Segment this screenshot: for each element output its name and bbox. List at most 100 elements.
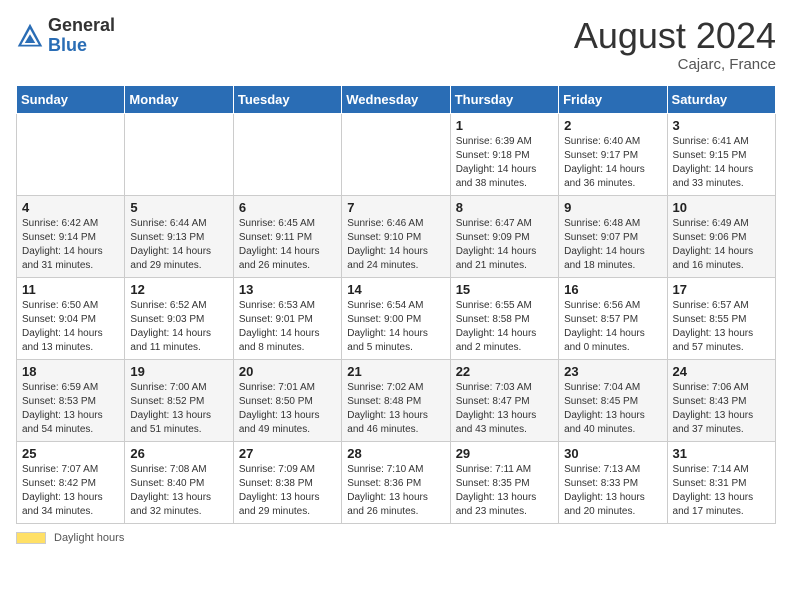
day-number: 3 — [673, 118, 770, 133]
day-number: 26 — [130, 446, 227, 461]
calendar-cell: 4 Sunrise: 6:42 AM Sunset: 9:14 PM Daylig… — [17, 195, 125, 277]
calendar-cell: 25 Sunrise: 7:07 AM Sunset: 8:42 PM Dayli… — [17, 441, 125, 523]
day-info: Sunrise: 6:50 AM Sunset: 9:04 PM Dayligh… — [22, 299, 119, 355]
calendar-table: SundayMondayTuesdayWednesdayThursdayFrid… — [16, 85, 776, 524]
calendar-cell: 22 Sunrise: 7:03 AM Sunset: 8:47 PM Dayli… — [450, 359, 558, 441]
day-of-week-header: Friday — [559, 85, 667, 113]
title-block: August 2024 Cajarc, France — [574, 16, 776, 73]
day-number: 22 — [456, 364, 553, 379]
calendar-cell: 17 Sunrise: 6:57 AM Sunset: 8:55 PM Dayli… — [667, 277, 775, 359]
day-info: Sunrise: 6:47 AM Sunset: 9:09 PM Dayligh… — [456, 217, 553, 273]
calendar-cell: 24Sunrise: 7:06 AM Sunset: 8:43 PM Dayli… — [667, 359, 775, 441]
calendar-cell: 3 Sunrise: 6:41 AM Sunset: 9:15 PM Daylig… — [667, 113, 775, 195]
calendar-cell: 20Sunrise: 7:01 AM Sunset: 8:50 PM Dayli… — [233, 359, 341, 441]
calendar-week-row: 1 Sunrise: 6:39 AM Sunset: 9:18 PM Daylig… — [17, 113, 776, 195]
day-number: 6 — [239, 200, 336, 215]
day-number: 16 — [564, 282, 661, 297]
location-subtitle: Cajarc, France — [574, 56, 776, 73]
day-number: 31 — [673, 446, 770, 461]
day-info: Sunrise: 7:13 AM Sunset: 8:33 PM Dayligh… — [564, 463, 661, 519]
calendar-week-row: 11 Sunrise: 6:50 AM Sunset: 9:04 PM Dayli… — [17, 277, 776, 359]
calendar-cell: 31 Sunrise: 7:14 AM Sunset: 8:31 PM Dayli… — [667, 441, 775, 523]
day-number: 24 — [673, 364, 770, 379]
day-info: Sunrise: 7:02 AM Sunset: 8:48 PM Dayligh… — [347, 381, 444, 437]
day-info: Sunrise: 6:41 AM Sunset: 9:15 PM Dayligh… — [673, 135, 770, 191]
daylight-label: Daylight hours — [54, 532, 124, 544]
day-of-week-header: Thursday — [450, 85, 558, 113]
day-info: Sunrise: 7:03 AM Sunset: 8:47 PM Dayligh… — [456, 381, 553, 437]
calendar-cell: 28 Sunrise: 7:10 AM Sunset: 8:36 PM Dayli… — [342, 441, 450, 523]
calendar-cell: 30 Sunrise: 7:13 AM Sunset: 8:33 PM Dayli… — [559, 441, 667, 523]
calendar-cell: 29 Sunrise: 7:11 AM Sunset: 8:35 PM Dayli… — [450, 441, 558, 523]
day-number: 18 — [22, 364, 119, 379]
day-info: Sunrise: 6:42 AM Sunset: 9:14 PM Dayligh… — [22, 217, 119, 273]
day-info: Sunrise: 6:40 AM Sunset: 9:17 PM Dayligh… — [564, 135, 661, 191]
calendar-cell — [17, 113, 125, 195]
day-number: 14 — [347, 282, 444, 297]
day-number: 29 — [456, 446, 553, 461]
footer-note: Daylight hours — [16, 532, 776, 544]
day-of-week-header: Tuesday — [233, 85, 341, 113]
day-info: Sunrise: 6:48 AM Sunset: 9:07 PM Dayligh… — [564, 217, 661, 273]
day-info: Sunrise: 7:00 AM Sunset: 8:52 PM Dayligh… — [130, 381, 227, 437]
day-number: 20 — [239, 364, 336, 379]
day-info: Sunrise: 6:49 AM Sunset: 9:06 PM Dayligh… — [673, 217, 770, 273]
calendar-cell: 2Sunrise: 6:40 AM Sunset: 9:17 PM Daylig… — [559, 113, 667, 195]
day-info: Sunrise: 7:14 AM Sunset: 8:31 PM Dayligh… — [673, 463, 770, 519]
day-info: Sunrise: 6:39 AM Sunset: 9:18 PM Dayligh… — [456, 135, 553, 191]
calendar-week-row: 25 Sunrise: 7:07 AM Sunset: 8:42 PM Dayli… — [17, 441, 776, 523]
calendar-cell: 15 Sunrise: 6:55 AM Sunset: 8:58 PM Dayli… — [450, 277, 558, 359]
calendar-cell: 16 Sunrise: 6:56 AM Sunset: 8:57 PM Dayli… — [559, 277, 667, 359]
calendar-cell — [342, 113, 450, 195]
day-number: 8 — [456, 200, 553, 215]
day-number: 15 — [456, 282, 553, 297]
day-info: Sunrise: 6:57 AM Sunset: 8:55 PM Dayligh… — [673, 299, 770, 355]
day-info: Sunrise: 6:52 AM Sunset: 9:03 PM Dayligh… — [130, 299, 227, 355]
day-of-week-header: Saturday — [667, 85, 775, 113]
page-header: General Blue August 2024 Cajarc, France — [16, 16, 776, 73]
calendar-cell: 7Sunrise: 6:46 AM Sunset: 9:10 PM Daylig… — [342, 195, 450, 277]
calendar-cell: 5Sunrise: 6:44 AM Sunset: 9:13 PM Daylig… — [125, 195, 233, 277]
day-number: 4 — [22, 200, 119, 215]
day-number: 23 — [564, 364, 661, 379]
calendar-cell: 1 Sunrise: 6:39 AM Sunset: 9:18 PM Daylig… — [450, 113, 558, 195]
calendar-cell: 11 Sunrise: 6:50 AM Sunset: 9:04 PM Dayli… — [17, 277, 125, 359]
day-number: 7 — [347, 200, 444, 215]
day-number: 17 — [673, 282, 770, 297]
day-info: Sunrise: 6:44 AM Sunset: 9:13 PM Dayligh… — [130, 217, 227, 273]
daylight-swatch — [16, 532, 46, 544]
day-info: Sunrise: 6:54 AM Sunset: 9:00 PM Dayligh… — [347, 299, 444, 355]
calendar-cell: 8 Sunrise: 6:47 AM Sunset: 9:09 PM Daylig… — [450, 195, 558, 277]
day-number: 30 — [564, 446, 661, 461]
day-info: Sunrise: 6:55 AM Sunset: 8:58 PM Dayligh… — [456, 299, 553, 355]
day-number: 19 — [130, 364, 227, 379]
day-info: Sunrise: 7:10 AM Sunset: 8:36 PM Dayligh… — [347, 463, 444, 519]
day-info: Sunrise: 7:07 AM Sunset: 8:42 PM Dayligh… — [22, 463, 119, 519]
calendar-week-row: 18Sunrise: 6:59 AM Sunset: 8:53 PM Dayli… — [17, 359, 776, 441]
day-info: Sunrise: 7:08 AM Sunset: 8:40 PM Dayligh… — [130, 463, 227, 519]
day-info: Sunrise: 6:53 AM Sunset: 9:01 PM Dayligh… — [239, 299, 336, 355]
calendar-cell — [233, 113, 341, 195]
day-number: 11 — [22, 282, 119, 297]
calendar-cell: 6Sunrise: 6:45 AM Sunset: 9:11 PM Daylig… — [233, 195, 341, 277]
calendar-cell: 10 Sunrise: 6:49 AM Sunset: 9:06 PM Dayli… — [667, 195, 775, 277]
day-of-week-header: Wednesday — [342, 85, 450, 113]
day-info: Sunrise: 7:09 AM Sunset: 8:38 PM Dayligh… — [239, 463, 336, 519]
day-info: Sunrise: 7:04 AM Sunset: 8:45 PM Dayligh… — [564, 381, 661, 437]
day-number: 27 — [239, 446, 336, 461]
day-info: Sunrise: 7:11 AM Sunset: 8:35 PM Dayligh… — [456, 463, 553, 519]
day-number: 1 — [456, 118, 553, 133]
calendar-cell: 18Sunrise: 6:59 AM Sunset: 8:53 PM Dayli… — [17, 359, 125, 441]
calendar-week-row: 4 Sunrise: 6:42 AM Sunset: 9:14 PM Daylig… — [17, 195, 776, 277]
day-of-week-header: Monday — [125, 85, 233, 113]
day-info: Sunrise: 6:56 AM Sunset: 8:57 PM Dayligh… — [564, 299, 661, 355]
day-number: 28 — [347, 446, 444, 461]
day-number: 21 — [347, 364, 444, 379]
day-number: 10 — [673, 200, 770, 215]
calendar-cell: 14 Sunrise: 6:54 AM Sunset: 9:00 PM Dayli… — [342, 277, 450, 359]
day-number: 12 — [130, 282, 227, 297]
logo-general-text: General — [48, 15, 115, 35]
calendar-cell: 12 Sunrise: 6:52 AM Sunset: 9:03 PM Dayli… — [125, 277, 233, 359]
day-number: 13 — [239, 282, 336, 297]
day-number: 25 — [22, 446, 119, 461]
